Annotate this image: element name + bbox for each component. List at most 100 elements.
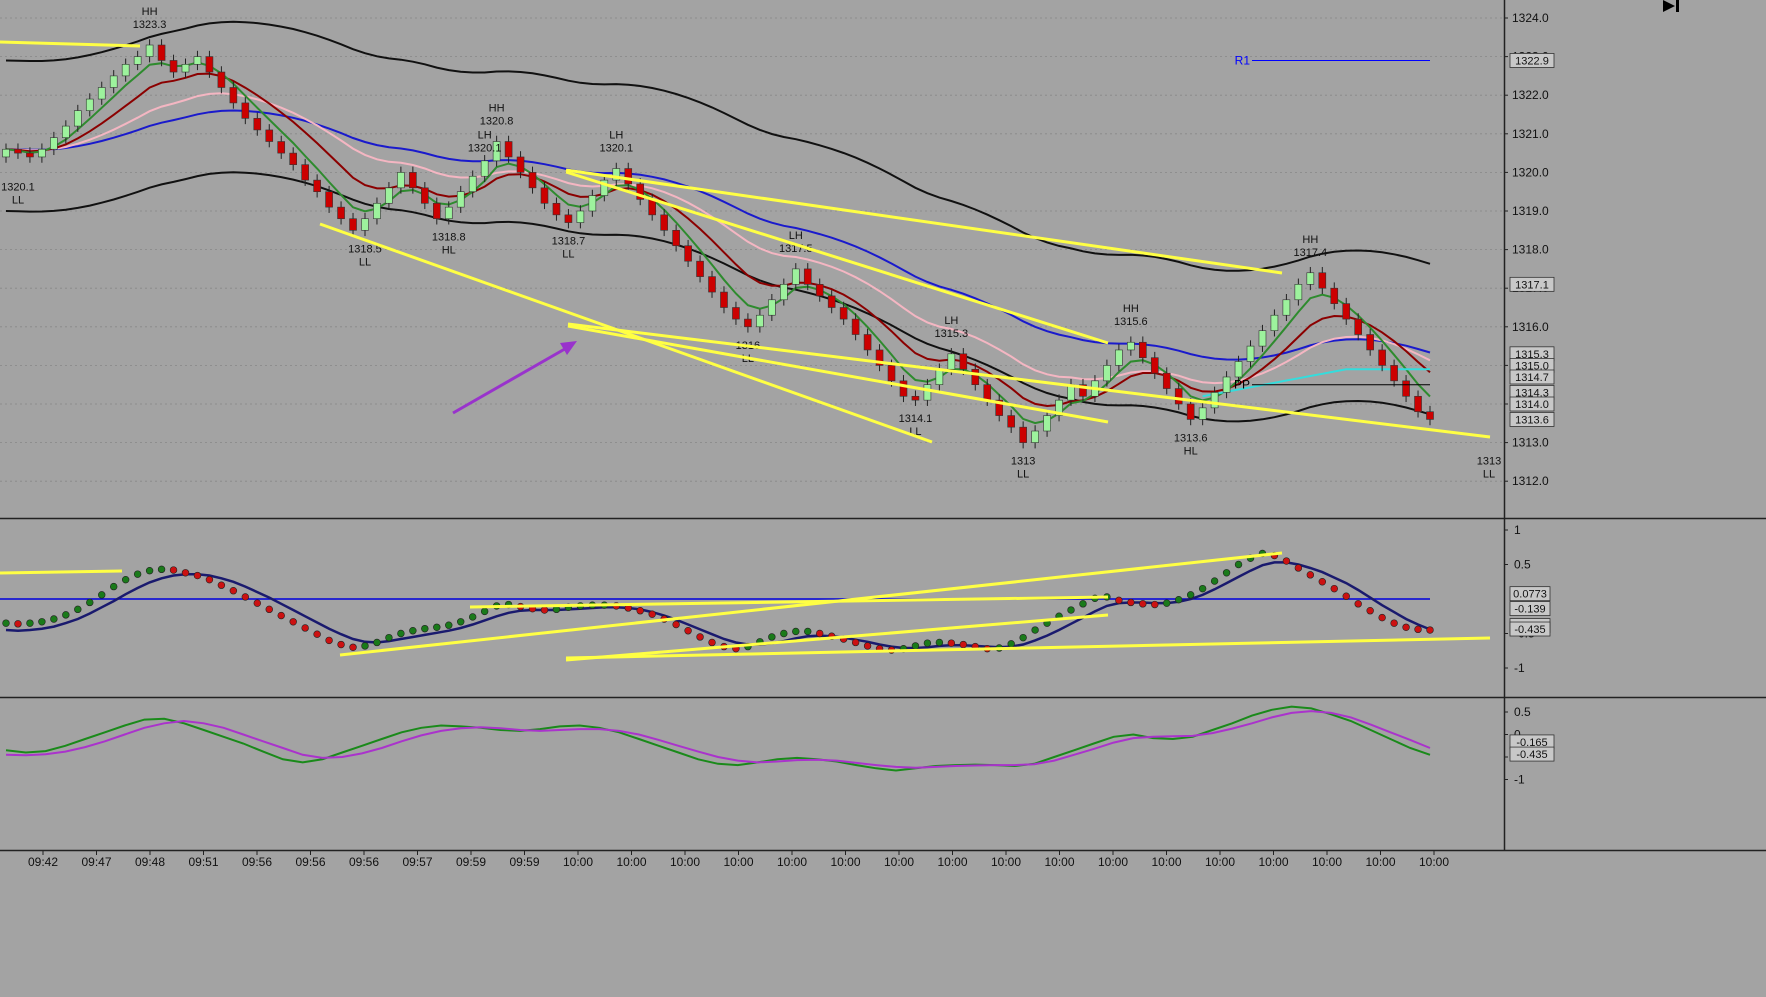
oscillator-dot[interactable] <box>445 621 453 629</box>
bullish-candle[interactable] <box>576 210 585 223</box>
bullish-candle[interactable] <box>50 137 58 150</box>
bullish-candle[interactable] <box>85 98 94 111</box>
bullish-candle[interactable] <box>1282 299 1291 316</box>
bearish-candle[interactable] <box>1366 334 1374 351</box>
oscillator-dot[interactable] <box>708 638 716 647</box>
oscillator-dot[interactable] <box>1366 607 1374 615</box>
bullish-candle[interactable] <box>133 56 142 65</box>
oscillator-dot[interactable] <box>109 582 118 591</box>
bearish-candle[interactable] <box>887 365 896 382</box>
bearish-candle[interactable] <box>863 334 872 351</box>
bullish-candle[interactable] <box>1210 392 1219 409</box>
bearish-candle[interactable] <box>624 168 633 185</box>
bearish-candle[interactable] <box>911 395 920 401</box>
oscillator-dot[interactable] <box>648 610 656 618</box>
bullish-candle[interactable] <box>588 195 597 212</box>
oscillator-dot[interactable] <box>696 633 704 641</box>
bullish-candle[interactable] <box>444 206 453 220</box>
bullish-candle[interactable] <box>468 175 477 192</box>
bearish-candle[interactable] <box>1150 357 1159 374</box>
bearish-candle[interactable] <box>169 60 178 73</box>
oscillator-dot[interactable] <box>863 642 872 650</box>
bullish-candle[interactable] <box>1270 314 1279 331</box>
bearish-candle[interactable] <box>839 307 848 320</box>
oscillator-dot[interactable] <box>1031 626 1039 634</box>
bearish-candle[interactable] <box>696 260 704 277</box>
bearish-candle[interactable] <box>409 172 417 189</box>
oscillator-dot[interactable] <box>385 633 393 642</box>
oscillator-dot[interactable] <box>1019 633 1027 642</box>
oscillator-dot[interactable] <box>1378 613 1386 622</box>
oscillator-dot[interactable] <box>313 630 321 638</box>
oscillator-dot[interactable] <box>1007 640 1015 648</box>
oscillator-dot[interactable] <box>1402 623 1410 631</box>
bearish-candle[interactable] <box>217 71 226 88</box>
bullish-candle[interactable] <box>38 148 46 158</box>
bearish-candle[interactable] <box>1342 303 1351 320</box>
bearish-candle[interactable] <box>205 56 214 73</box>
bearish-candle[interactable] <box>504 141 513 158</box>
bearish-candle[interactable] <box>1162 372 1171 389</box>
bullish-candle[interactable] <box>935 368 944 386</box>
bullish-candle[interactable] <box>923 384 932 401</box>
oscillator-dot[interactable] <box>409 627 417 635</box>
oscillator-dot[interactable] <box>373 638 381 647</box>
oscillator-dot[interactable] <box>911 642 920 650</box>
oscillator-dot[interactable] <box>923 639 932 647</box>
bullish-candle[interactable] <box>1246 345 1255 362</box>
oscillator-dot[interactable] <box>38 618 46 626</box>
bullish-candle[interactable] <box>1234 361 1243 378</box>
oscillator-dot[interactable] <box>1115 596 1123 605</box>
bullish-candle[interactable] <box>756 314 764 328</box>
bullish-candle[interactable] <box>193 56 202 65</box>
oscillator-dot[interactable] <box>947 639 956 647</box>
bearish-candle[interactable] <box>157 44 166 61</box>
chart-canvas[interactable]: HH1323.31320.1LLLH1320.11318.5LLHH1320.8… <box>0 0 1766 992</box>
bearish-candle[interactable] <box>672 230 680 247</box>
bullish-candle[interactable] <box>768 299 776 316</box>
oscillator-dot[interactable] <box>1282 557 1291 565</box>
bearish-candle[interactable] <box>421 187 429 204</box>
oscillator-dot[interactable] <box>289 618 297 626</box>
oscillator-dot[interactable] <box>217 581 226 589</box>
bearish-candle[interactable] <box>1007 415 1015 428</box>
oscillator-dot[interactable] <box>1234 560 1243 569</box>
bearish-candle[interactable] <box>253 118 262 131</box>
bearish-candle[interactable] <box>803 268 812 285</box>
oscillator-dot[interactable] <box>98 591 106 599</box>
bearish-candle[interactable] <box>959 353 968 370</box>
bullish-candle[interactable] <box>791 268 800 285</box>
oscillator-dot[interactable] <box>540 606 549 614</box>
oscillator-dot[interactable] <box>133 570 142 578</box>
bearish-candle[interactable] <box>325 191 333 208</box>
oscillator-dot[interactable] <box>768 633 776 641</box>
oscillator-dot[interactable] <box>816 629 824 638</box>
bearish-candle[interactable] <box>540 187 549 204</box>
bearish-candle[interactable] <box>349 218 357 231</box>
oscillator-dot[interactable] <box>1294 564 1303 572</box>
bearish-candle[interactable] <box>313 179 321 192</box>
oscillator-dot[interactable] <box>361 642 369 650</box>
oscillator-dot[interactable] <box>277 611 285 620</box>
bearish-candle[interactable] <box>564 214 573 223</box>
bearish-candle[interactable] <box>1139 341 1147 358</box>
bearish-candle[interactable] <box>684 245 692 262</box>
bullish-candle[interactable] <box>1198 407 1207 420</box>
oscillator-dot[interactable] <box>349 643 357 651</box>
oscillator-dot[interactable] <box>1306 571 1315 579</box>
bearish-candle[interactable] <box>26 152 34 158</box>
bullish-candle[interactable] <box>1294 284 1303 301</box>
oscillator-dot[interactable] <box>325 636 333 645</box>
oscillator-dot[interactable] <box>397 629 405 638</box>
bullish-candle[interactable] <box>97 87 106 100</box>
oscillator-dot[interactable] <box>457 618 465 626</box>
bearish-candle[interactable] <box>1186 403 1195 420</box>
oscillator-dot[interactable] <box>62 611 70 619</box>
oscillator-dot[interactable] <box>1151 600 1159 609</box>
bearish-candle[interactable] <box>516 156 525 173</box>
bullish-candle[interactable] <box>1127 341 1135 351</box>
bearish-candle[interactable] <box>971 368 980 386</box>
bullish-candle[interactable] <box>1222 376 1231 393</box>
trading-chart[interactable]: HH 1323.3 1320.1 LL LH 1320.1 1318.5 LL HH 1320.8… <box>0 0 1766 992</box>
bullish-candle[interactable] <box>361 218 369 231</box>
